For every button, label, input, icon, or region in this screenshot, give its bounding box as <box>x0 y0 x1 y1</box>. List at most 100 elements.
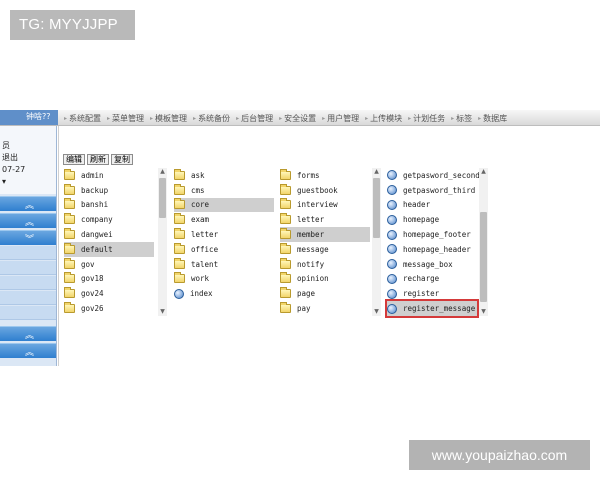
file-list-item[interactable]: homepage_footer <box>387 227 477 242</box>
file-list-item[interactable]: office <box>174 242 274 257</box>
nav-item[interactable]: ▸ 安全设置 <box>277 112 318 124</box>
file-icon <box>387 303 397 314</box>
file-list-item[interactable]: homepage_header <box>387 242 477 257</box>
file-list-item[interactable]: message <box>280 242 370 257</box>
file-icon <box>387 259 397 270</box>
refresh-button[interactable]: 刷新 <box>87 154 109 165</box>
menu-subitem[interactable] <box>0 276 56 290</box>
scroll-thumb[interactable] <box>480 212 487 302</box>
scroll-down-icon[interactable]: ▼ <box>372 308 381 316</box>
file-list-item[interactable]: opinion <box>280 272 370 287</box>
menu-group-2[interactable]: ︽ <box>0 213 56 228</box>
file-list-item[interactable]: work <box>174 272 274 287</box>
file-list-item[interactable]: talent <box>174 257 274 272</box>
file-list-item[interactable]: core <box>174 197 274 213</box>
menu-subitem[interactable] <box>0 261 56 275</box>
scroll-up-icon[interactable]: ▲ <box>372 168 381 176</box>
folder-icon <box>280 183 291 195</box>
file-list-item[interactable]: register_message <box>385 299 479 318</box>
folder-icon <box>280 287 291 299</box>
arrow-right-icon: ▸ <box>365 114 369 122</box>
file-list-item[interactable]: banshi <box>64 198 154 213</box>
scroll-thumb[interactable] <box>159 178 166 218</box>
file-name: interview <box>297 200 338 210</box>
nav-item[interactable]: ▸ 菜单管理 <box>105 112 146 124</box>
nav-item[interactable]: ▸ 计划任务 <box>406 112 447 124</box>
scrollbar-column-1[interactable]: ▲ ▼ <box>158 168 167 316</box>
chevron-down-icon: ︾ <box>24 235 34 245</box>
file-list-item[interactable]: recharge <box>387 272 477 287</box>
file-list-item[interactable]: company <box>64 212 154 227</box>
scroll-thumb[interactable] <box>373 178 380 238</box>
menu-subitem[interactable] <box>0 291 56 305</box>
file-list-item[interactable]: cms <box>174 183 274 198</box>
file-list-item[interactable]: member <box>280 227 370 242</box>
copy-button[interactable]: 复制 <box>111 154 133 165</box>
nav-item[interactable]: ▸ 系统配置 <box>62 112 103 124</box>
menu-subitem[interactable] <box>0 246 56 260</box>
file-list-item[interactable]: header <box>387 198 477 213</box>
folder-icon <box>280 302 291 314</box>
nav-item-label: 系统备份 <box>198 113 231 123</box>
watermark-bottom: www.youpaizhao.com <box>409 440 590 470</box>
nav-left-tab[interactable]: 钟啥?? <box>0 110 58 125</box>
nav-item[interactable]: ▸ 标签 <box>449 112 474 124</box>
menu-group-3[interactable]: ︾ <box>0 230 56 245</box>
scroll-down-icon[interactable]: ▼ <box>479 308 488 316</box>
menu-subitem[interactable] <box>0 306 56 320</box>
file-name: message_box <box>403 259 453 269</box>
file-list-item[interactable]: gov <box>64 257 154 272</box>
logout-link[interactable]: 退出 <box>2 152 56 164</box>
scrollbar-column-4[interactable]: ▲ ▼ <box>479 168 488 316</box>
file-list-item[interactable]: backup <box>64 183 154 198</box>
file-list-item[interactable]: gov24 <box>64 286 154 301</box>
file-name: notify <box>297 259 325 269</box>
menu-group-1[interactable]: ︽ <box>0 196 56 211</box>
edit-button[interactable]: 编辑 <box>63 154 85 165</box>
menu-group-4[interactable]: ︽ <box>0 326 56 341</box>
file-name: register_message <box>403 304 476 314</box>
scroll-up-icon[interactable]: ▲ <box>158 168 167 176</box>
file-list-item[interactable]: getpasword_third <box>387 183 477 198</box>
file-list-item[interactable]: admin <box>64 168 154 183</box>
file-name: exam <box>191 215 210 225</box>
file-list-item[interactable]: index <box>174 286 274 301</box>
folder-icon <box>64 198 75 210</box>
menu-group-5[interactable]: ︽ <box>0 343 56 358</box>
file-list-item[interactable]: guestbook <box>280 183 370 198</box>
file-list-item[interactable]: homepage <box>387 212 477 227</box>
file-icon <box>387 185 397 196</box>
folder-icon <box>280 257 291 269</box>
arrow-right-icon: ▸ <box>64 114 68 122</box>
file-list-item[interactable]: page <box>280 286 370 301</box>
nav-item[interactable]: ▸ 用户管理 <box>320 112 361 124</box>
scrollbar-column-3[interactable]: ▲ ▼ <box>372 168 381 316</box>
arrow-right-icon: ▸ <box>478 114 482 122</box>
nav-item[interactable]: ▸ 模板管理 <box>148 112 189 124</box>
file-list-item[interactable]: register <box>387 286 477 301</box>
file-name: letter <box>191 230 219 240</box>
nav-item-label: 上传模块 <box>370 113 403 123</box>
file-list-item[interactable]: getpasword_second <box>387 168 480 183</box>
nav-item[interactable]: ▸ 系统备份 <box>191 112 232 124</box>
nav-item[interactable]: ▸ 数据库 <box>476 112 509 124</box>
nav-item[interactable]: ▸ 上传模块 <box>363 112 404 124</box>
file-list-item[interactable]: ask <box>174 168 274 183</box>
file-list-item[interactable]: letter <box>174 227 274 242</box>
file-list-item[interactable]: letter <box>280 212 370 227</box>
dropdown-icon[interactable]: ▾ <box>2 176 56 188</box>
file-list-item[interactable]: interview <box>280 198 370 213</box>
file-list-item[interactable]: exam <box>174 212 274 227</box>
file-list-item[interactable]: message_box <box>387 257 477 272</box>
file-list-item[interactable]: notify <box>280 257 370 272</box>
scroll-down-icon[interactable]: ▼ <box>158 308 167 316</box>
nav-item[interactable]: ▸ 后台管理 <box>234 112 275 124</box>
file-list-item[interactable]: forms <box>280 168 370 183</box>
scroll-up-icon[interactable]: ▲ <box>479 168 488 176</box>
file-list-item[interactable]: gov26 <box>64 301 154 316</box>
folder-icon <box>174 183 185 195</box>
file-list-item[interactable]: dangwei <box>64 227 154 242</box>
file-list-item[interactable]: gov18 <box>64 272 154 287</box>
file-list-item[interactable]: default <box>64 241 154 257</box>
file-list-item[interactable]: pay <box>280 301 370 316</box>
